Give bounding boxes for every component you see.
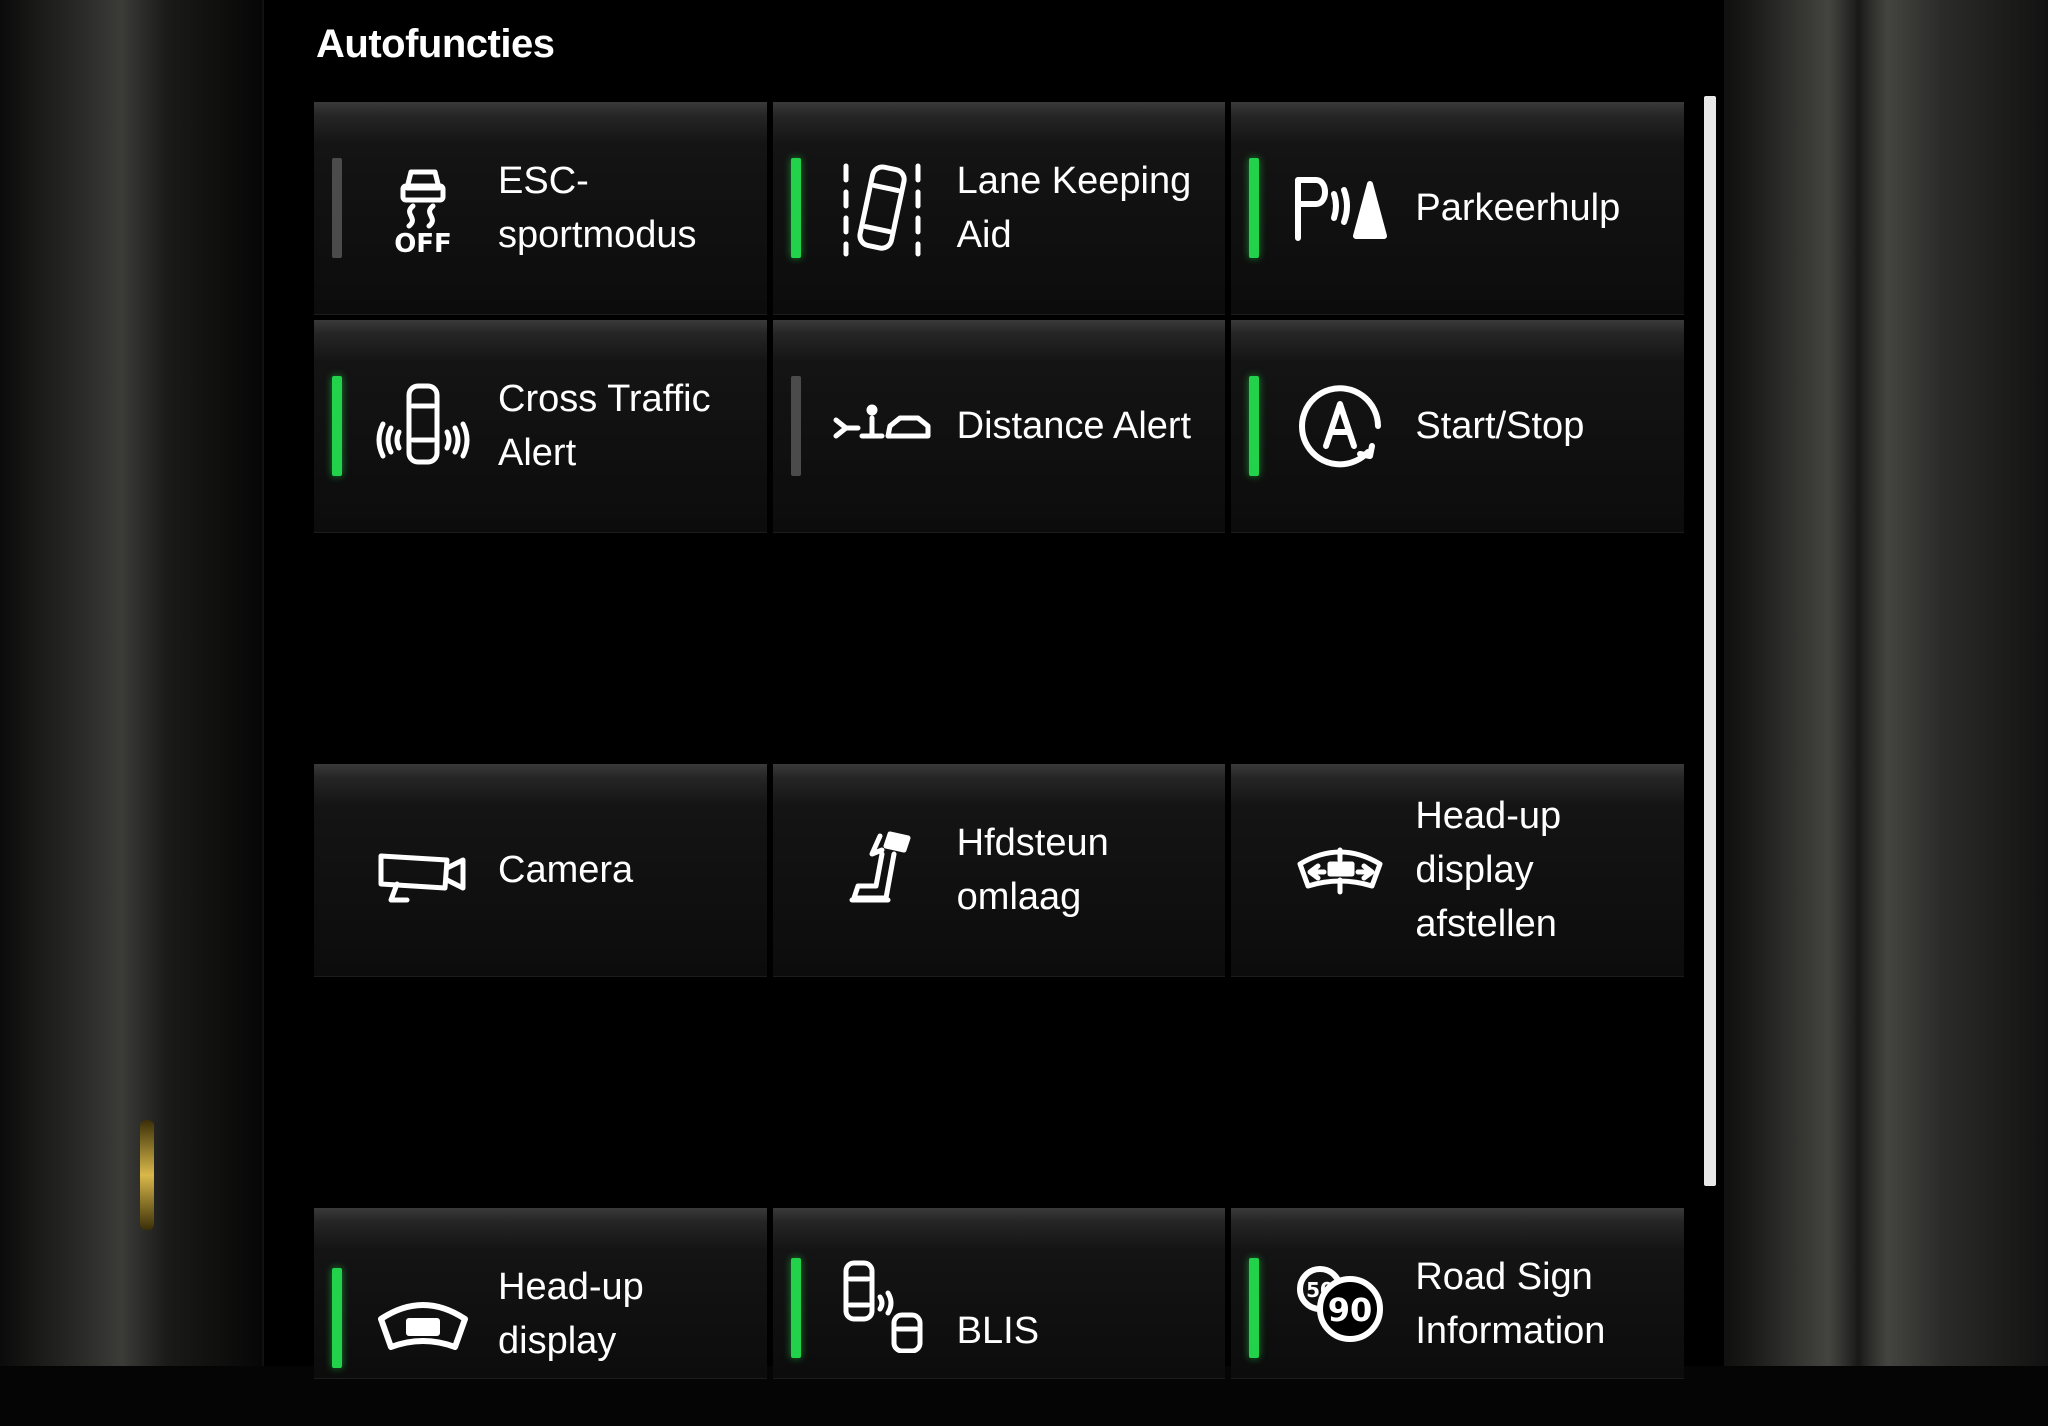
lane-keeping-icon — [827, 153, 937, 263]
camera-icon — [368, 815, 478, 925]
status-indicator — [332, 376, 342, 476]
status-indicator — [332, 820, 342, 920]
start-stop-icon — [1285, 371, 1395, 481]
svg-text:90: 90 — [1328, 1291, 1373, 1329]
cross-traffic-icon — [368, 371, 478, 481]
status-indicator — [790, 376, 801, 476]
park-assist-icon — [1285, 153, 1395, 263]
status-indicator — [1249, 1258, 1260, 1358]
esc-off-icon: OFF — [368, 153, 478, 263]
tile-label: Parkeerhulp — [1415, 187, 1621, 229]
tile-row: Head-up display BLIS 50 90 Road Sign Inf… — [314, 1208, 1685, 1426]
tile-road-sign[interactable]: 50 90 Road Sign Information — [1231, 1208, 1685, 1379]
tile-start-stop[interactable]: Start/Stop — [1231, 320, 1685, 533]
distance-alert-icon — [827, 371, 937, 481]
headrest-icon — [827, 815, 937, 925]
status-indicator — [332, 1268, 342, 1368]
scrollbar[interactable] — [1704, 96, 1716, 1186]
status-indicator — [790, 1258, 801, 1358]
tile-label: Start/Stop — [1415, 405, 1585, 447]
tile-hud[interactable]: Head-up display — [314, 1208, 767, 1379]
grid-spacer — [314, 538, 1684, 764]
tile-label: BLIS — [956, 1310, 1040, 1352]
tile-label: Road Sign Information — [1415, 1256, 1606, 1352]
page-title: Autofuncties — [316, 22, 555, 66]
tile-hud-adjust[interactable]: Head-up display afstellen — [1231, 764, 1685, 977]
tile-cross-traffic[interactable]: Cross Traffic Alert — [314, 320, 767, 533]
tile-lane-keeping[interactable]: Lane Keeping Aid — [772, 102, 1226, 315]
status-indicator — [332, 158, 342, 258]
svg-text:OFF: OFF — [394, 229, 452, 258]
tile-label: Camera — [498, 849, 634, 891]
tile-label: Distance Alert — [956, 405, 1192, 447]
tile-row: OFF ESC-sportmodus Lane Keeping Aid Park… — [314, 102, 1685, 320]
function-grid: OFF ESC-sportmodus Lane Keeping Aid Park… — [314, 102, 1685, 1426]
tile-camera[interactable]: Camera — [314, 764, 767, 977]
tile-esc-sport[interactable]: OFF ESC-sportmodus — [314, 102, 767, 315]
road-sign-icon: 50 90 — [1285, 1248, 1395, 1358]
center-display: Autofuncties OFF ESC-sportmodus Lane Kee… — [262, 0, 1726, 1379]
blis-icon — [827, 1248, 937, 1358]
tile-headrest[interactable]: Hfdsteun omlaag — [772, 764, 1226, 977]
left-dashboard-bezel — [0, 0, 270, 1366]
tile-label: Head-up display — [498, 1266, 644, 1362]
tile-label: ESC-sportmodus — [498, 160, 697, 256]
tile-label: Lane Keeping Aid — [956, 160, 1192, 256]
tile-distance-alert[interactable]: Distance Alert — [772, 320, 1226, 533]
grid-spacer — [314, 982, 1684, 1208]
status-indicator — [1249, 158, 1260, 258]
status-indicator — [1249, 820, 1259, 920]
status-indicator — [790, 158, 801, 258]
tile-row: Cross Traffic Alert Distance Alert Start… — [314, 320, 1685, 538]
tile-blis[interactable]: BLIS — [772, 1208, 1226, 1379]
tile-label: Cross Traffic Alert — [498, 378, 711, 474]
hud-icon — [368, 1258, 478, 1368]
tile-label: Hfdsteun omlaag — [956, 822, 1109, 918]
tile-row: Camera Hfdsteun omlaag Head-up display a… — [314, 764, 1685, 982]
hud-adjust-icon — [1285, 815, 1395, 925]
tile-park-assist[interactable]: Parkeerhulp — [1231, 102, 1685, 315]
tile-label: Head-up display afstellen — [1415, 795, 1562, 945]
ambient-light-strip — [140, 1120, 154, 1230]
status-indicator — [791, 820, 801, 920]
bezel-shadow — [1828, 0, 1888, 1366]
status-indicator — [1249, 376, 1260, 476]
